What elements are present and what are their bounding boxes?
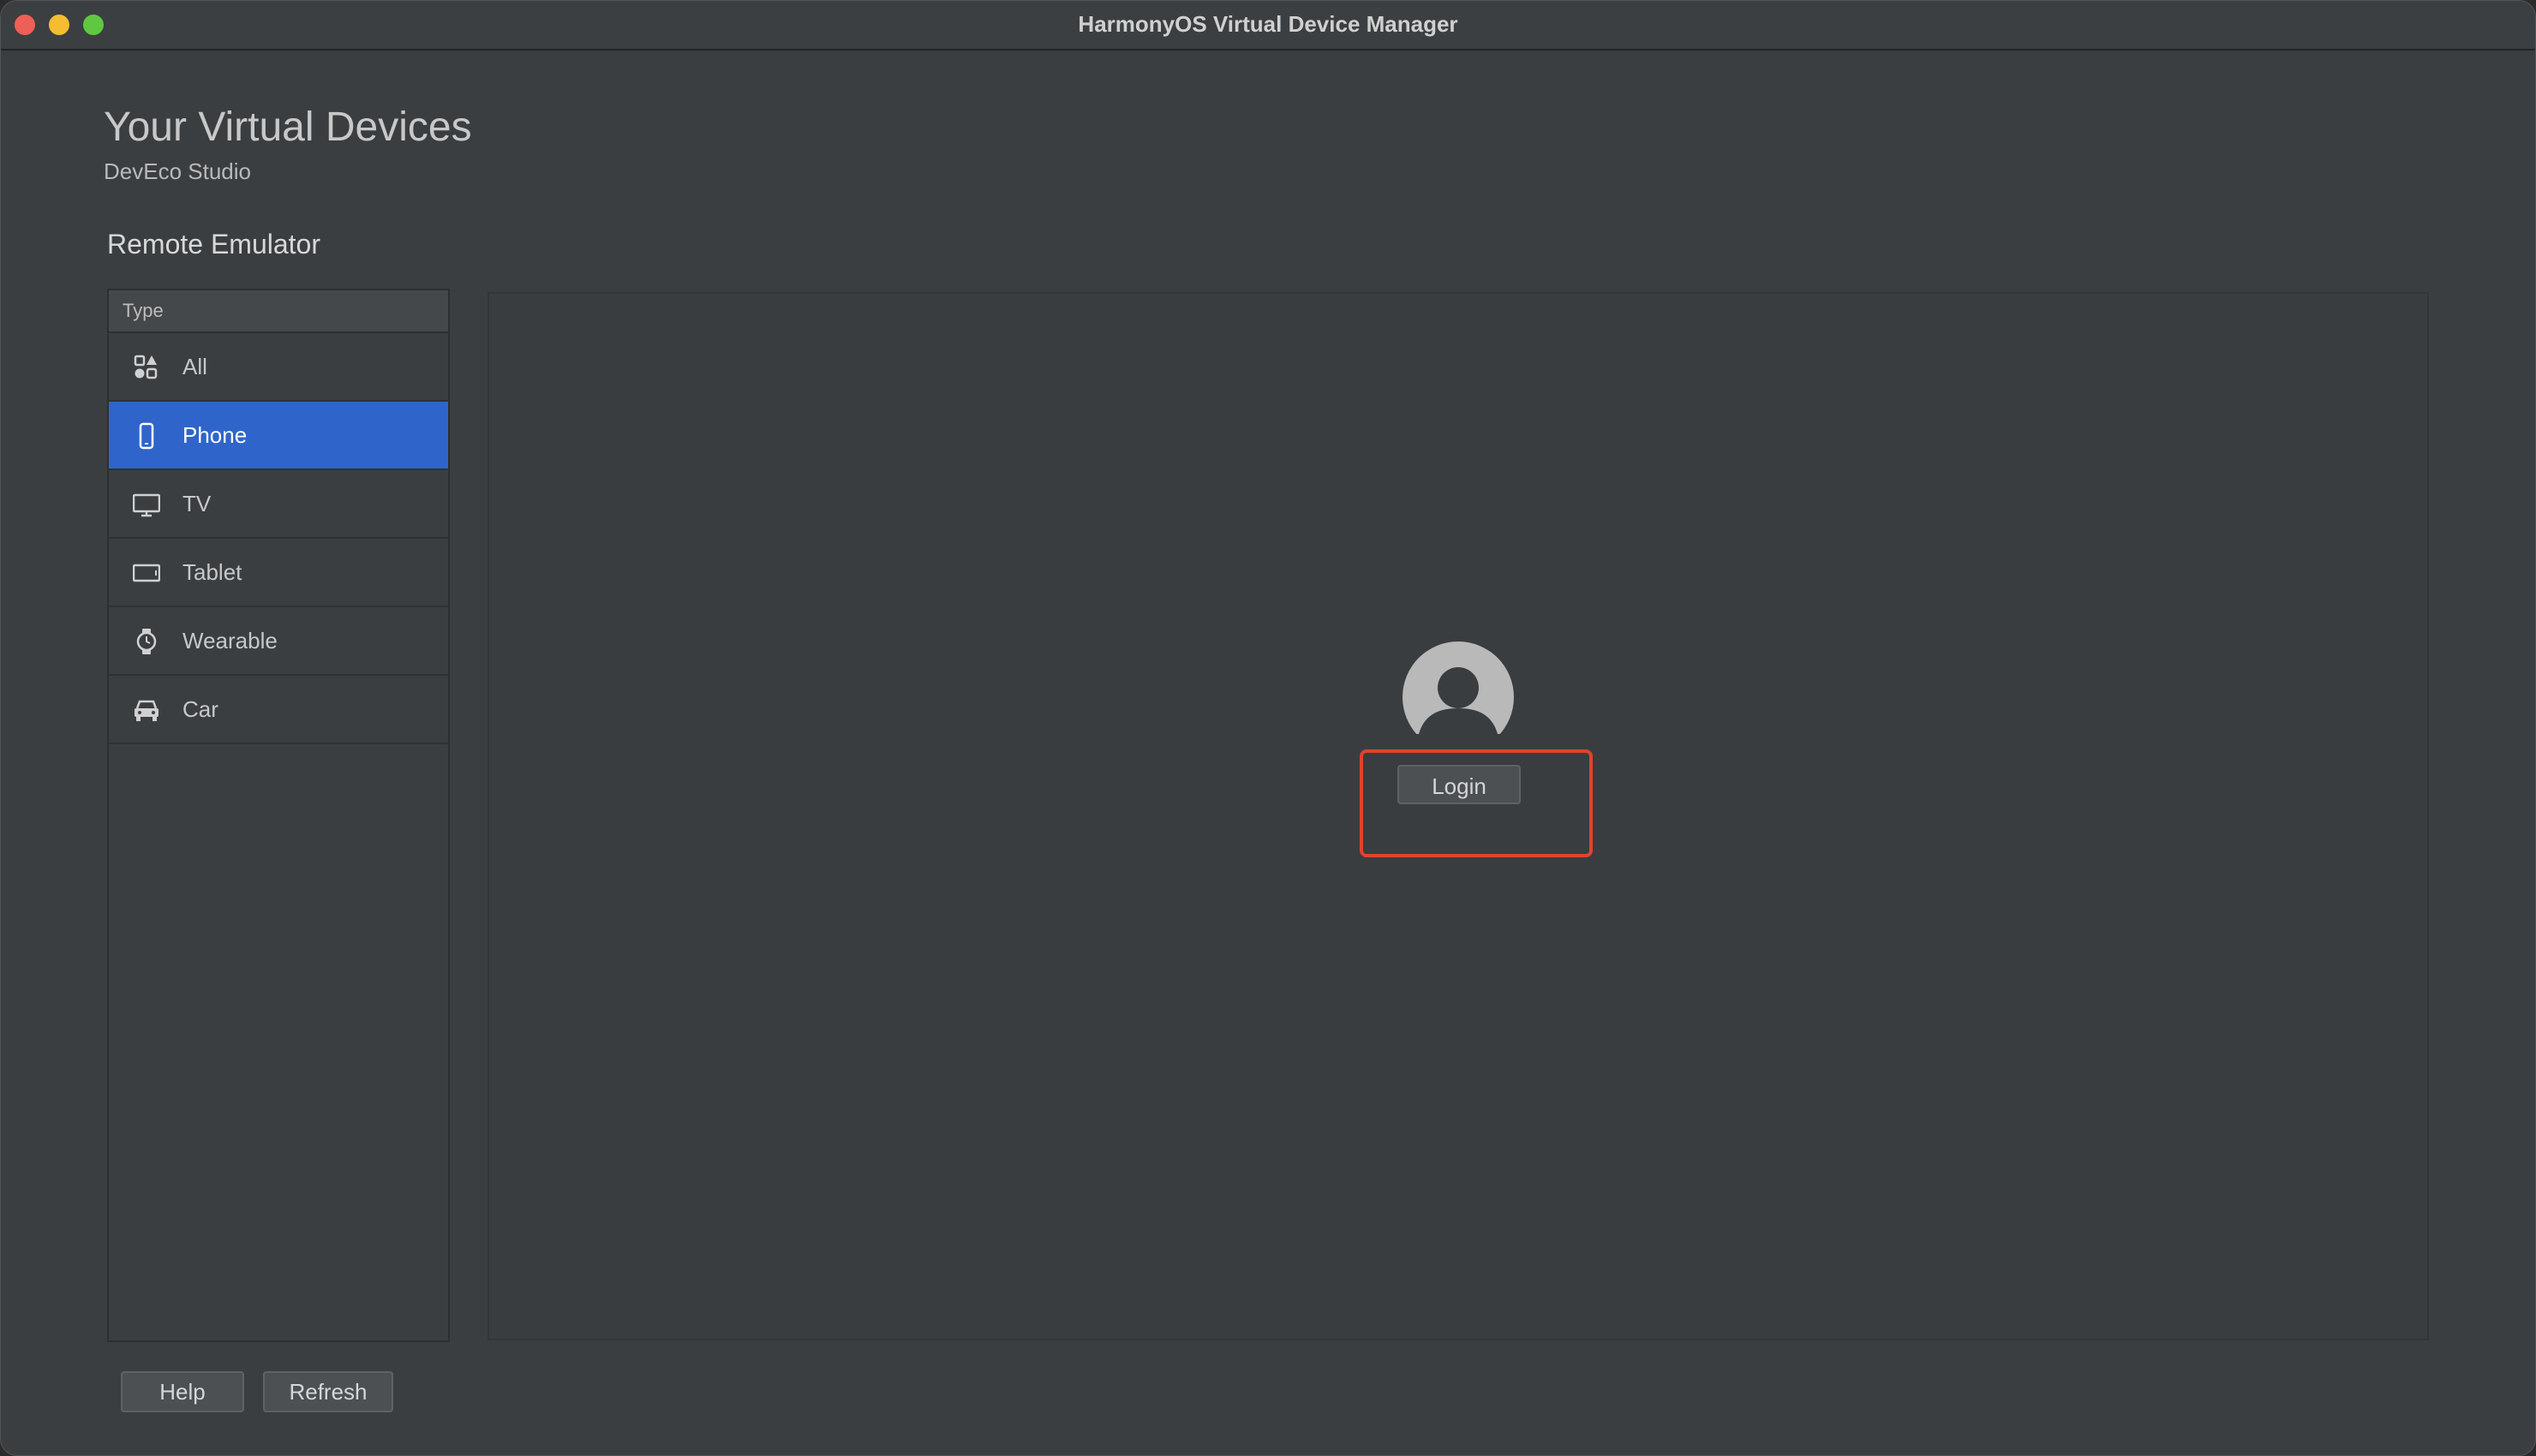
type-item-all[interactable]: All: [109, 333, 448, 402]
type-item-label: Car: [182, 696, 218, 722]
tablet-icon: [133, 559, 160, 587]
type-item-wearable[interactable]: Wearable: [109, 607, 448, 676]
type-item-phone[interactable]: Phone: [109, 402, 448, 470]
grid-icon: [133, 354, 160, 381]
device-content-panel: Login: [487, 292, 2429, 1340]
car-icon: [133, 696, 160, 724]
help-button[interactable]: Help: [121, 1371, 244, 1412]
tv-icon: [133, 491, 160, 518]
title-bar: HarmonyOS Virtual Device Manager: [1, 1, 2535, 51]
refresh-button[interactable]: Refresh: [263, 1371, 393, 1412]
page-title: Your Virtual Devices: [104, 104, 472, 150]
page-subtitle: DevEco Studio: [104, 158, 251, 184]
type-item-label: Phone: [182, 422, 248, 448]
user-avatar-icon: [1403, 641, 1514, 737]
watch-icon: [133, 628, 160, 655]
type-item-tablet[interactable]: Tablet: [109, 539, 448, 607]
window-title: HarmonyOS Virtual Device Manager: [1078, 11, 1458, 37]
device-type-list: Type All Phone TV Tablet Wearable Car: [107, 289, 450, 1342]
app-window: HarmonyOS Virtual Device Manager Your Vi…: [0, 0, 2536, 1456]
type-item-label: TV: [182, 491, 212, 516]
type-item-label: Tablet: [182, 559, 242, 585]
type-item-label: All: [182, 354, 207, 379]
login-button[interactable]: Login: [1397, 765, 1521, 804]
phone-icon: [133, 422, 160, 450]
type-list-header: Type: [109, 290, 448, 333]
type-item-label: Wearable: [182, 628, 278, 653]
type-item-tv[interactable]: TV: [109, 470, 448, 539]
section-title: Remote Emulator: [107, 229, 320, 260]
type-item-car[interactable]: Car: [109, 676, 448, 744]
